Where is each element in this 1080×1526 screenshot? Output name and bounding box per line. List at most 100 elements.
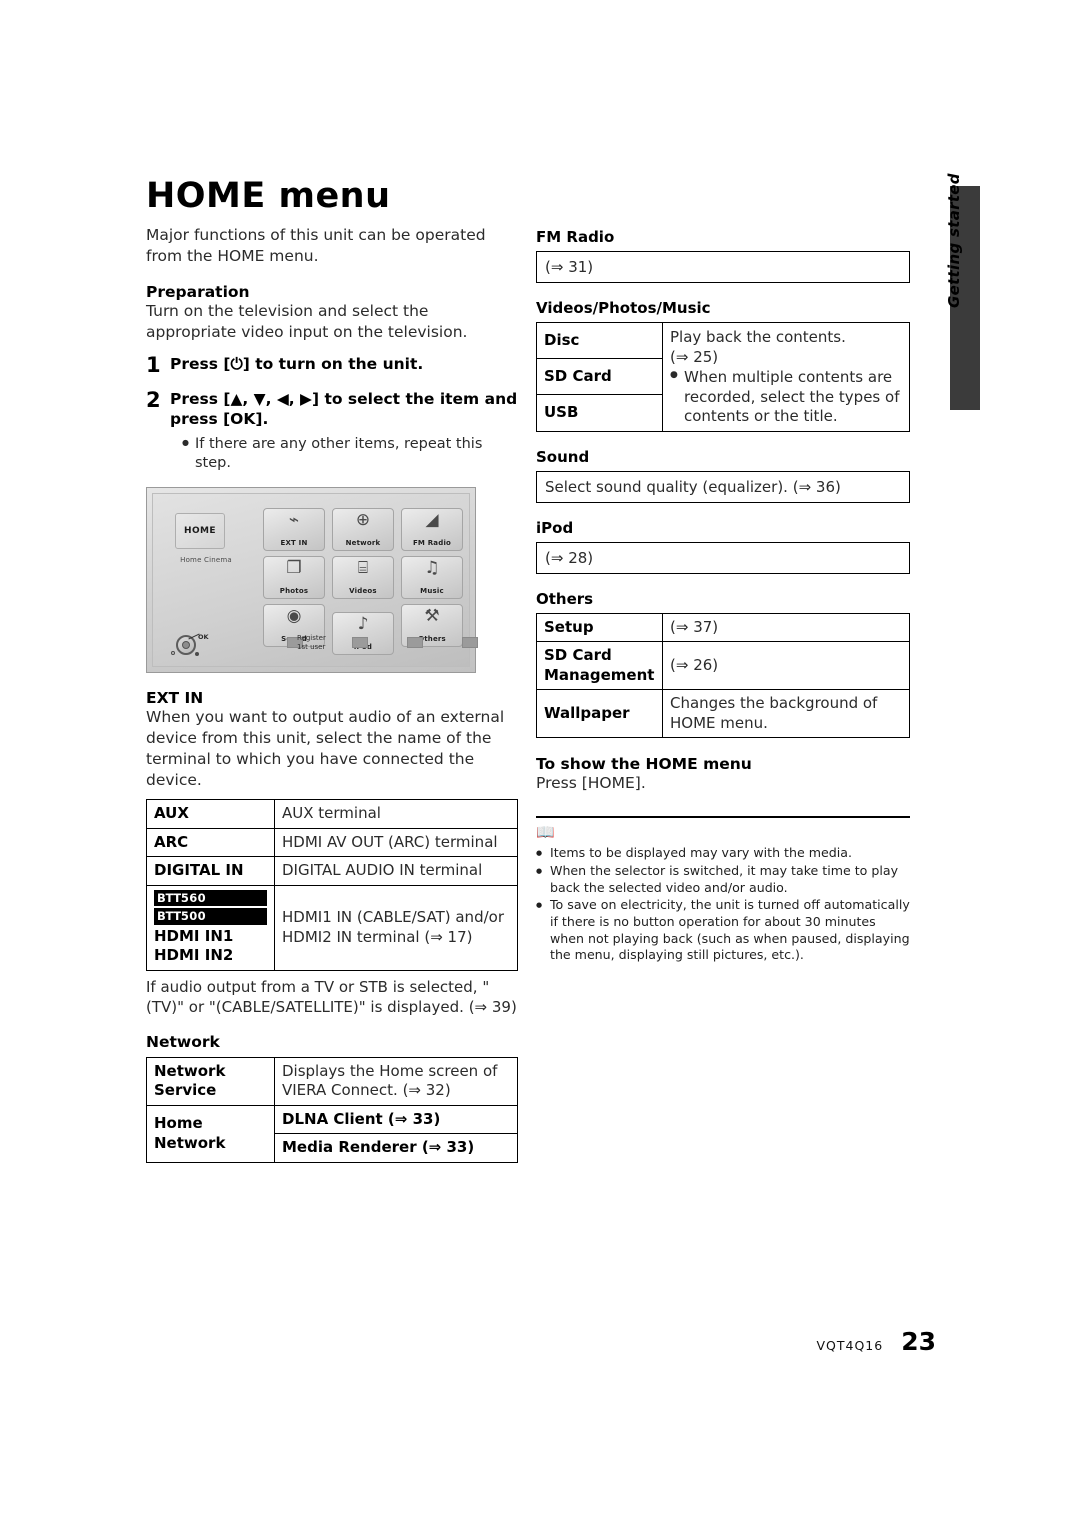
others-key: Setup [536,612,663,642]
badge-prefix: BTT [157,890,181,905]
ext-in-hdmi-key: BTT560 BTT500 HDMI IN1 HDMI IN2 [146,884,275,971]
ext-in-footnote: If audio output from a TV or STB is sele… [146,977,517,1016]
fm-radio-box: (⇒ 31) [536,251,910,283]
network-value: DLNA Client (⇒ 33) [274,1104,518,1135]
manual-page: HOME menu Major functions of this unit c… [0,0,1080,1526]
vpm-bullet-text: When multiple contents are recorded, sel… [684,368,900,425]
ext-in-key: ARC [146,827,275,858]
dpad-dot-right [195,652,199,657]
dpad-hub [182,641,190,650]
dpad-icon: OK [171,632,209,658]
ext-in-key: AUX [146,799,275,829]
ext-in-text: When you want to output audio of an exte… [146,708,505,790]
others-heading: Others [536,589,594,608]
model-badge-btt500: BTT500 [154,908,267,925]
vpm-key-sd-card: SD Card [536,358,663,396]
tile-videos[interactable]: ⌸ Videos [332,556,394,600]
tile-label: Network [345,539,381,548]
network-key: Network Service [146,1056,275,1106]
table-row: Home Network DLNA Client (⇒ 33) [146,1104,518,1163]
vpm-key-usb: USB [536,394,663,432]
ext-in-hdmi-value: HDMI1 IN (CABLE/SAT) and/or HDMI2 IN ter… [274,884,518,971]
list-item: To save on electricity, the unit is turn… [536,897,910,964]
others-key: SD Card Management [536,641,663,690]
vpm-value-bullet: ● When multiple contents are recorded, s… [670,368,902,427]
ok-label: OK [198,633,209,642]
table-row: Wallpaper Changes the background of HOME… [536,689,910,738]
vpm-value-line1: Play back the contents. [670,328,846,346]
badge-prefix: BTT [157,909,181,924]
others-table: Setup (⇒ 37) SD Card Management (⇒ 26) W… [536,612,910,738]
others-key: Wallpaper [536,689,663,738]
tile-label: Videos [349,587,377,596]
others-value: Changes the background of HOME menu. [662,689,910,738]
ext-in-value: DIGITAL AUDIO IN terminal [274,856,518,886]
hdmi-in2-label: HDMI IN2 [154,946,234,965]
book-icon: 📖 [536,823,555,842]
dpad-dot-left [171,651,175,656]
videos-photos-music-heading: Videos/Photos/Music [536,299,711,317]
vpm-value: Play back the contents. (⇒ 25) ● When mu… [662,322,910,432]
ext-in-table: AUX AUX terminal ARC HDMI AV OUT (ARC) t… [146,799,518,971]
color-chip-4 [462,637,478,649]
note-divider [536,816,910,819]
register-line-1: Register [297,634,326,643]
table-row: ARC HDMI AV OUT (ARC) terminal [146,827,518,858]
step-1: 1 Press [⏻] to turn on the unit. [146,354,518,378]
list-item: When the selector is switched, it may ta… [536,863,910,896]
notes-list: Items to be displayed may vary with the … [536,845,910,964]
intro-text: Major functions of this unit can be oper… [146,225,486,265]
tile-label: Photos [279,587,309,596]
film-icon: ⌸ [357,558,369,579]
home-logo-box: HOME [175,513,225,550]
speaker-icon: ◉ [286,606,302,627]
vpm-value-line2: (⇒ 25) [670,347,719,366]
network-key: Home Network [146,1104,275,1163]
tile-label: Music [420,587,444,596]
home-menu-screen: HOME Home Cinema ⌁ EXT IN ⊕ Network ◢ FM… [152,493,478,668]
note-icon: ♫ [424,558,440,579]
step-2-number: 2 [146,387,161,412]
step-2: 2 Press [▲, ▼, ◀, ▶] to select the item … [146,387,518,430]
table-row: SD Card Management (⇒ 26) [536,641,910,690]
home-menu-screenshot: HOME Home Cinema ⌁ EXT IN ⊕ Network ◢ FM… [146,487,478,674]
radio-icon: ◢ [425,510,439,531]
page-number: 23 [901,1327,936,1356]
preparation-text: Turn on the television and select the ap… [146,301,468,341]
badge-suffix: 560 [180,890,207,905]
network-table: Network Service Displays the Home screen… [146,1056,518,1163]
step-1-number: 1 [146,353,161,378]
tile-fm-radio[interactable]: ◢ FM Radio [401,508,463,552]
tile-music[interactable]: ♫ Music [401,556,463,600]
ext-in-value: HDMI AV OUT (ARC) terminal [274,827,518,858]
photo-icon: ❐ [286,558,302,579]
sound-heading: Sound [536,447,590,466]
vpm-key-disc: Disc [536,321,663,360]
color-chip-3 [407,637,423,649]
ipod-box: (⇒ 28) [536,541,910,574]
tile-label: EXT IN [280,539,308,548]
bullet-dot: ● [670,370,678,380]
sound-box: Select sound quality (equalizer). (⇒ 36) [536,470,910,503]
plug-icon: ⌁ [288,510,300,531]
tile-network[interactable]: ⊕ Network [332,508,394,552]
model-badge-btt560: BTT560 [154,889,267,907]
globe-icon: ⊕ [355,510,371,531]
wrench-icon: ⚒ [424,606,440,627]
right-column: FM Radio (⇒ 31) Videos/Photos/Music Disc… [536,228,910,965]
register-caption: Register 1st user [297,634,357,653]
home-menu-bottom-bar: OK Register 1st user [167,630,478,660]
table-row: BTT560 BTT500 HDMI IN1 HDMI IN2 HDMI1 IN… [146,884,518,971]
document-code: VQT4Q16 [816,1338,884,1353]
tile-ext-in[interactable]: ⌁ EXT IN [263,508,325,552]
table-row: AUX AUX terminal [146,799,518,829]
tile-photos[interactable]: ❐ Photos [263,556,325,600]
left-column: HOME menu Major functions of this unit c… [146,178,518,1163]
home-cinema-label: Home Cinema [180,556,232,565]
section-tab-label: Getting started [945,173,963,308]
step-2-subnote: If there are any other items, repeat thi… [182,435,518,473]
others-value: (⇒ 26) [662,641,910,690]
network-heading: Network [146,1032,220,1051]
table-row: Network Service Displays the Home screen… [146,1056,518,1106]
badge-suffix: 500 [180,909,207,924]
